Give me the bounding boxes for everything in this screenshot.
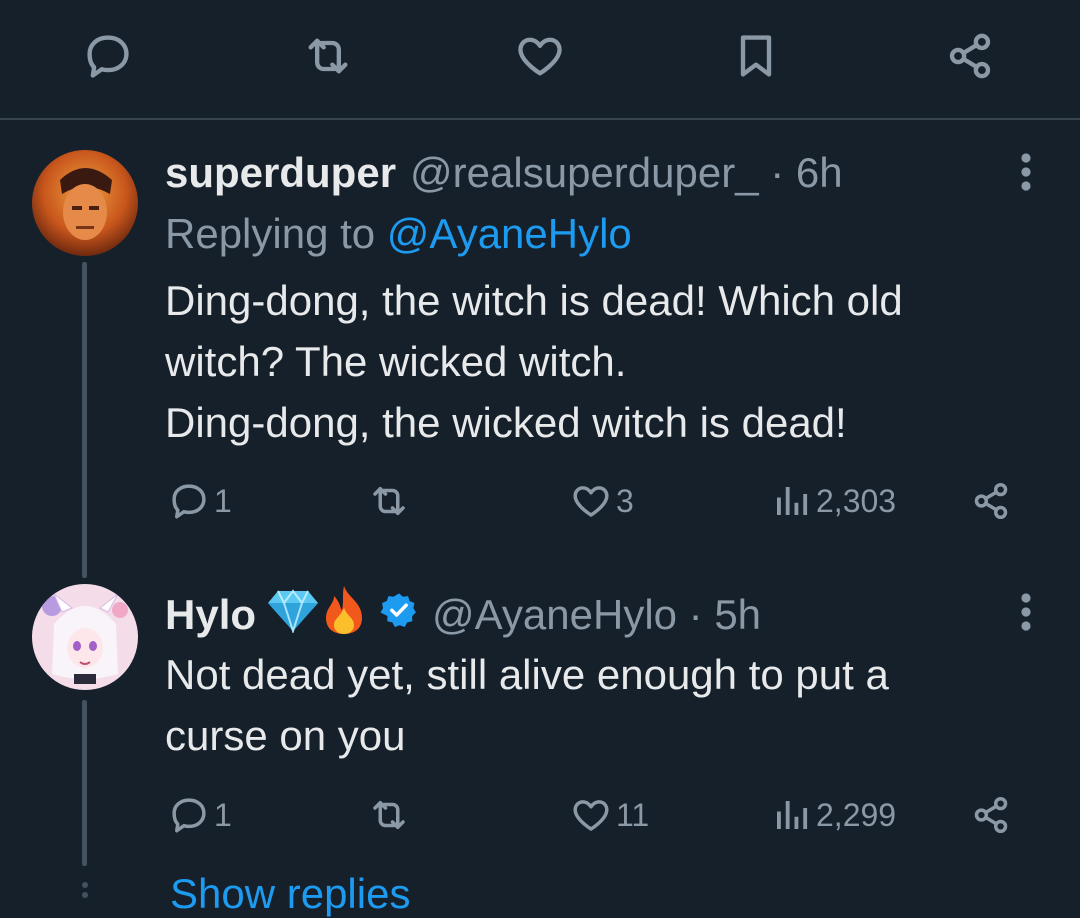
retweet-icon xyxy=(373,801,405,829)
views-icon xyxy=(777,801,808,829)
reply-icon xyxy=(172,798,206,833)
views-icon xyxy=(777,487,808,515)
fire-icon xyxy=(322,584,366,646)
replying-prefix: Replying to xyxy=(165,210,376,257)
tweet-text-line: Ding-dong, the wicked witch is dead! xyxy=(165,399,847,446)
retweet-icon[interactable] xyxy=(302,30,354,82)
thread-line xyxy=(82,262,87,578)
show-replies-link[interactable]: Show replies xyxy=(170,870,410,918)
heart-icon xyxy=(573,486,609,517)
bookmark-icon[interactable] xyxy=(730,30,782,82)
avatar[interactable] xyxy=(32,150,138,256)
reply-icon[interactable] xyxy=(82,30,134,82)
views-button[interactable]: 2,299 xyxy=(770,794,896,836)
tweet-header: superduper @realsuperduper_ · 6h xyxy=(165,148,843,198)
like-button[interactable]: 11 xyxy=(570,794,649,836)
retweet-button[interactable] xyxy=(368,480,410,522)
like-button[interactable]: 3 xyxy=(570,480,634,522)
share-icon xyxy=(974,796,1008,834)
gem-icon xyxy=(266,587,320,643)
share-icon[interactable] xyxy=(944,30,996,82)
verified-badge-icon xyxy=(380,591,418,639)
reply-button[interactable]: 1 xyxy=(168,794,232,836)
handle-timestamp[interactable]: @realsuperduper_ · 6h xyxy=(410,149,843,197)
reply-icon xyxy=(172,484,206,519)
thread-line xyxy=(82,700,87,866)
tweet-text-line: Ding-dong, the witch is dead! Which old xyxy=(165,277,903,324)
display-name[interactable]: superduper xyxy=(165,149,396,197)
share-icon xyxy=(974,482,1008,520)
avatar[interactable] xyxy=(32,584,138,690)
tweet-text-line: curse on you xyxy=(165,712,406,759)
tweet-text: Ding-dong, the witch is dead! Which old … xyxy=(165,270,1045,453)
more-options-icon[interactable] xyxy=(1016,592,1036,632)
tweet-header: Hylo @AyaneHylo · 5h xyxy=(165,586,761,643)
retweet-button[interactable] xyxy=(368,794,410,836)
tweet-text: Not dead yet, still alive enough to put … xyxy=(165,644,1045,766)
retweet-icon xyxy=(373,487,405,515)
reply-count: 1 xyxy=(214,796,232,833)
top-action-bar xyxy=(0,0,1080,120)
like-count: 11 xyxy=(616,796,650,833)
heart-icon xyxy=(573,800,609,831)
thread-dots xyxy=(80,880,90,904)
more-options-icon[interactable] xyxy=(1016,152,1036,192)
view-count: 2,303 xyxy=(816,482,897,519)
reply-count: 1 xyxy=(214,482,232,519)
replying-mention-link[interactable]: @AyaneHylo xyxy=(387,210,632,257)
tweet-text-line: witch? The wicked witch. xyxy=(165,338,627,385)
replying-to: Replying to @AyaneHylo xyxy=(165,210,632,258)
handle-timestamp[interactable]: @AyaneHylo · 5h xyxy=(432,591,761,639)
views-button[interactable]: 2,303 xyxy=(770,480,896,522)
reply-button[interactable]: 1 xyxy=(168,480,232,522)
display-name[interactable]: Hylo xyxy=(165,591,256,639)
tweet-text-line: Not dead yet, still alive enough to put … xyxy=(165,651,889,698)
heart-icon[interactable] xyxy=(514,30,566,82)
view-count: 2,299 xyxy=(816,796,897,833)
share-button[interactable] xyxy=(970,794,1012,836)
like-count: 3 xyxy=(616,482,634,519)
share-button[interactable] xyxy=(970,480,1012,522)
